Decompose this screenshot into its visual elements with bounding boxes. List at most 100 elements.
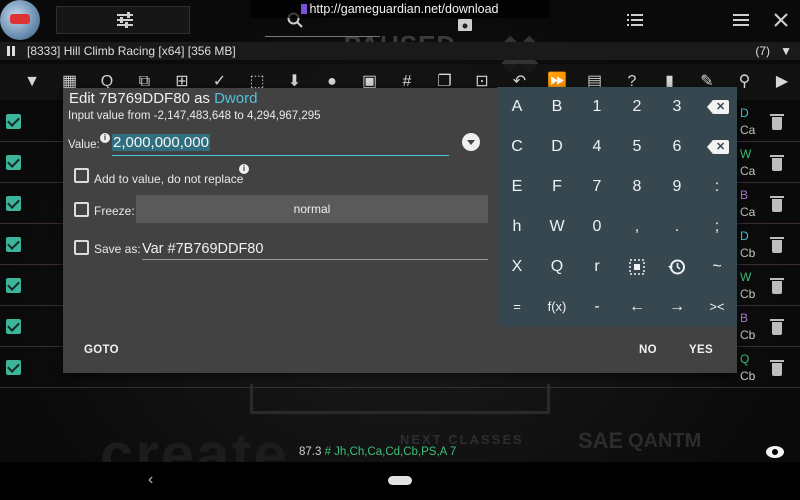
url-text: http://gameguardian.net/download (309, 2, 499, 16)
row-checkbox[interactable] (6, 196, 21, 211)
row-region: Cb (740, 328, 756, 342)
key[interactable]: D (537, 127, 577, 167)
notification-icon (301, 4, 308, 14)
clear-icon[interactable]: ✕ (697, 127, 737, 167)
caret-down-icon[interactable]: ▼ (780, 42, 792, 60)
close-icon[interactable] (770, 7, 792, 33)
key[interactable]: A (497, 87, 537, 127)
key[interactable]: 5 (617, 127, 657, 167)
key[interactable]: >< (697, 287, 737, 327)
menu-icon[interactable] (730, 7, 752, 33)
trash-icon[interactable] (770, 154, 784, 171)
key[interactable]: → (657, 287, 697, 327)
memory-regions[interactable]: # Jh,Ch,Ca,Cd,Cb,PS,A 7 (325, 446, 457, 458)
key[interactable]: F (537, 167, 577, 207)
row-type-column: B Ca (736, 184, 800, 224)
row-checkbox[interactable] (6, 155, 21, 170)
add-to-value-label[interactable]: Add to value, do not replace (94, 172, 243, 186)
key[interactable]: h (497, 207, 537, 247)
key[interactable]: - (577, 287, 617, 327)
key[interactable]: X (497, 247, 537, 287)
goto-button[interactable]: GOTO (84, 344, 119, 356)
freeze-label[interactable]: Freeze: (94, 204, 135, 218)
key[interactable]: r (577, 247, 617, 287)
key[interactable]: ; (697, 207, 737, 247)
select-icon[interactable] (617, 247, 657, 287)
history-icon[interactable] (657, 247, 697, 287)
key[interactable]: ~ (697, 247, 737, 287)
key[interactable]: f(x) (537, 287, 577, 327)
key[interactable]: . (657, 207, 697, 247)
row-type-flag: D (740, 106, 749, 120)
row-checkbox[interactable] (6, 319, 21, 334)
dialog-title-address: Edit 7B769DDF80 as (69, 90, 210, 107)
freeze-type-select[interactable]: normal (136, 195, 488, 223)
background-next-classes: NEXT CLASSES (400, 432, 524, 447)
add-info-icon[interactable]: i (239, 164, 249, 174)
key[interactable]: E (497, 167, 537, 207)
key[interactable]: 3 (657, 87, 697, 127)
trash-icon[interactable] (770, 277, 784, 294)
save-as-label[interactable]: Save as: (94, 242, 141, 256)
value-input[interactable]: 2,000,000,000 (112, 132, 449, 156)
value-info-icon[interactable]: i (100, 133, 110, 143)
freeze-checkbox[interactable] (74, 202, 89, 217)
trash-icon[interactable] (770, 359, 784, 376)
key[interactable]: 9 (657, 167, 697, 207)
add-to-value-checkbox[interactable] (74, 168, 89, 183)
row-type-flag: D (740, 229, 749, 243)
key[interactable]: 8 (617, 167, 657, 207)
key[interactable]: Q (537, 247, 577, 287)
back-icon[interactable]: ‹ (148, 471, 153, 489)
key[interactable]: W (537, 207, 577, 247)
key[interactable]: 6 (657, 127, 697, 167)
trash-icon[interactable] (770, 195, 784, 212)
value-input-text[interactable]: 2,000,000,000 (112, 134, 210, 151)
url-overlay[interactable]: http://gameguardian.net/download (250, 0, 550, 18)
row-region: Ca (740, 123, 756, 137)
key[interactable]: , (617, 207, 657, 247)
tune-icon[interactable] (114, 7, 136, 33)
value-history-dropdown-icon[interactable] (462, 133, 480, 151)
eye-icon[interactable] (766, 446, 784, 458)
key[interactable]: : (697, 167, 737, 207)
trash-icon[interactable] (770, 318, 784, 335)
key[interactable]: C (497, 127, 537, 167)
bottom-status: 87.3 # Jh,Ch,Ca,Cd,Cb,PS,A 7 (299, 446, 456, 458)
row-region: Cb (740, 369, 756, 383)
row-region: Ca (740, 205, 756, 219)
toolbar-filter-icon[interactable]: ▼ (20, 70, 44, 94)
row-checkbox[interactable] (6, 360, 21, 375)
pause-icon[interactable] (6, 46, 16, 56)
key[interactable]: B (537, 87, 577, 127)
row-checkbox[interactable] (6, 114, 21, 129)
row-type-flag: B (740, 311, 749, 325)
row-type-column: D Cb (736, 225, 800, 265)
home-pill-icon[interactable] (388, 476, 412, 485)
trash-icon[interactable] (770, 236, 784, 253)
trash-icon[interactable] (770, 113, 784, 130)
key[interactable]: ← (617, 287, 657, 327)
key[interactable]: 1 (577, 87, 617, 127)
process-bar[interactable]: [8333] Hill Climb Racing [x64] [356 MB] … (0, 42, 800, 60)
yes-button[interactable]: YES (689, 344, 713, 356)
key[interactable]: 7 (577, 167, 617, 207)
row-type-column: B Cb (736, 307, 800, 347)
save-as-checkbox[interactable] (74, 240, 89, 255)
key[interactable]: 2 (617, 87, 657, 127)
key[interactable]: = (497, 287, 537, 327)
row-type-flag: Q (740, 352, 750, 366)
save-as-input[interactable]: Var #7B769DDF80 (142, 238, 488, 260)
dialog-title-type[interactable]: Dword (214, 90, 257, 107)
backspace-icon[interactable]: ✕ (697, 87, 737, 127)
process-name: [8333] Hill Climb Racing [x64] [356 MB] (27, 44, 236, 58)
top-bar: http://gameguardian.net/download (0, 0, 800, 40)
no-button[interactable]: NO (639, 344, 657, 356)
key[interactable]: 0 (577, 207, 617, 247)
row-checkbox[interactable] (6, 237, 21, 252)
row-checkbox[interactable] (6, 278, 21, 293)
key[interactable]: 4 (577, 127, 617, 167)
value-label: Value: (68, 139, 100, 151)
list-icon[interactable] (624, 7, 646, 33)
toolbar-play-icon[interactable]: ▶ (770, 70, 794, 94)
